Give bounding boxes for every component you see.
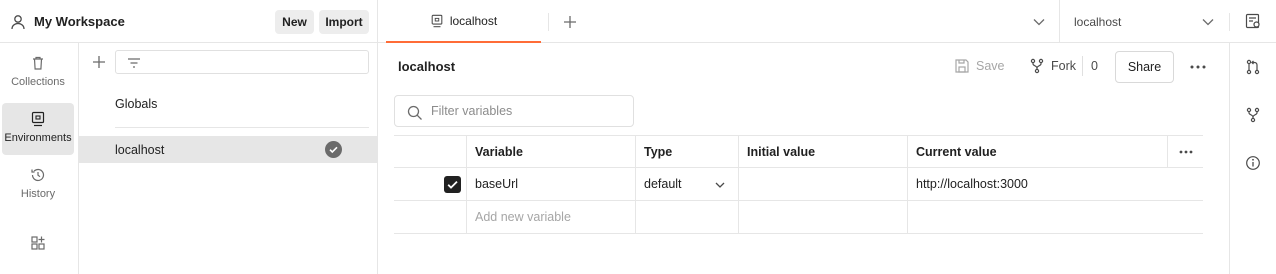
more-options-icon[interactable] xyxy=(1178,146,1194,158)
environment-selector[interactable]: localhost xyxy=(1074,15,1121,29)
workspace-header: My Workspace New Import xyxy=(0,0,378,43)
chevron-down-icon xyxy=(714,180,726,190)
save-label: Save xyxy=(976,59,1005,73)
add-new-variable-input[interactable]: Add new variable xyxy=(466,201,635,233)
workspace-name[interactable]: My Workspace xyxy=(34,14,125,29)
chevron-down-icon[interactable] xyxy=(1032,16,1046,28)
type-value: default xyxy=(644,177,682,191)
type-cell[interactable] xyxy=(635,201,738,233)
apps-grid-icon xyxy=(30,235,46,251)
share-button[interactable]: Share xyxy=(1115,51,1174,83)
user-icon[interactable] xyxy=(10,14,26,30)
divider xyxy=(1059,0,1060,43)
environment-filter-input[interactable] xyxy=(115,50,369,74)
initial-value-cell[interactable] xyxy=(738,168,907,200)
active-check-icon[interactable] xyxy=(325,141,342,158)
column-header-current-value: Current value xyxy=(907,136,1167,167)
new-button[interactable]: New xyxy=(275,10,314,34)
variable-name-cell[interactable]: baseUrl xyxy=(466,168,635,200)
filter-variables-input[interactable] xyxy=(431,102,626,120)
sidebar-item-environments[interactable]: Environments xyxy=(2,103,74,155)
enable-cell xyxy=(394,168,466,200)
divider xyxy=(115,127,369,128)
filter-variables-field[interactable] xyxy=(394,95,634,127)
fork-count[interactable]: 0 xyxy=(1082,56,1098,76)
fork-button[interactable]: Fork xyxy=(1029,58,1076,74)
sidebar-item-label: History xyxy=(20,188,56,200)
type-select[interactable]: default xyxy=(635,168,738,200)
environment-item-localhost[interactable]: localhost xyxy=(79,136,377,163)
column-header-type: Type xyxy=(635,136,738,167)
divider xyxy=(548,13,549,31)
tab-bar: localhost localhost xyxy=(378,0,1276,43)
sidebar-item-history[interactable]: History xyxy=(2,159,74,211)
info-icon[interactable] xyxy=(1245,155,1261,171)
trash-can-icon xyxy=(30,55,46,71)
save-button[interactable]: Save xyxy=(954,58,1005,74)
current-value-cell[interactable]: http://localhost:3000 xyxy=(907,168,1167,200)
header-checkbox-cell xyxy=(394,136,466,167)
main-panel: localhost Save Fork 0 Share Variable Typ… xyxy=(378,43,1229,274)
current-value-cell[interactable] xyxy=(907,201,1167,233)
chevron-down-icon[interactable] xyxy=(1201,16,1215,28)
sidebar-rail: Collections Environments History xyxy=(0,43,79,274)
table-row: baseUrl default http://localhost:3000 xyxy=(394,168,1203,201)
sidebar-item-label: Collections xyxy=(11,76,65,88)
sidebar-item-apps[interactable] xyxy=(2,227,74,274)
save-icon xyxy=(954,58,970,74)
column-header-initial-value: Initial value xyxy=(738,136,907,167)
environment-icon xyxy=(30,111,46,127)
environment-item-label: Globals xyxy=(115,97,158,111)
table-row: Add new variable xyxy=(394,201,1203,234)
page-title[interactable]: localhost xyxy=(398,59,455,74)
initial-value-cell[interactable] xyxy=(738,201,907,233)
sidebar: My Workspace New Import Collections Envi… xyxy=(0,0,378,274)
enable-variable-checkbox[interactable] xyxy=(444,176,461,193)
more-options-icon[interactable] xyxy=(1189,59,1207,75)
enable-cell xyxy=(394,201,466,233)
sidebar-item-collections[interactable]: Collections xyxy=(2,47,74,99)
environment-item-globals[interactable]: Globals xyxy=(79,90,377,118)
fork-label: Fork xyxy=(1051,59,1076,73)
environment-icon xyxy=(430,14,444,28)
environment-list: Globals localhost xyxy=(79,43,377,274)
environment-quick-look-icon[interactable] xyxy=(1245,13,1261,29)
history-icon xyxy=(30,167,46,183)
tab-label: localhost xyxy=(449,13,498,28)
add-environment-icon[interactable] xyxy=(91,54,107,70)
fork-icon[interactable] xyxy=(1245,107,1261,123)
sidebar-item-label: Environments xyxy=(4,132,72,144)
tab-localhost[interactable]: localhost xyxy=(386,0,541,43)
column-options-cell xyxy=(1167,136,1203,167)
environment-item-label: localhost xyxy=(115,142,165,157)
pull-request-icon[interactable] xyxy=(1245,59,1261,75)
import-button[interactable]: Import xyxy=(319,10,369,34)
divider xyxy=(1229,13,1230,31)
table-header-row: Variable Type Initial value Current valu… xyxy=(394,135,1203,168)
fork-icon xyxy=(1029,58,1045,74)
column-header-variable: Variable xyxy=(466,136,635,167)
new-tab-icon[interactable] xyxy=(562,14,578,30)
right-rail xyxy=(1229,43,1276,274)
